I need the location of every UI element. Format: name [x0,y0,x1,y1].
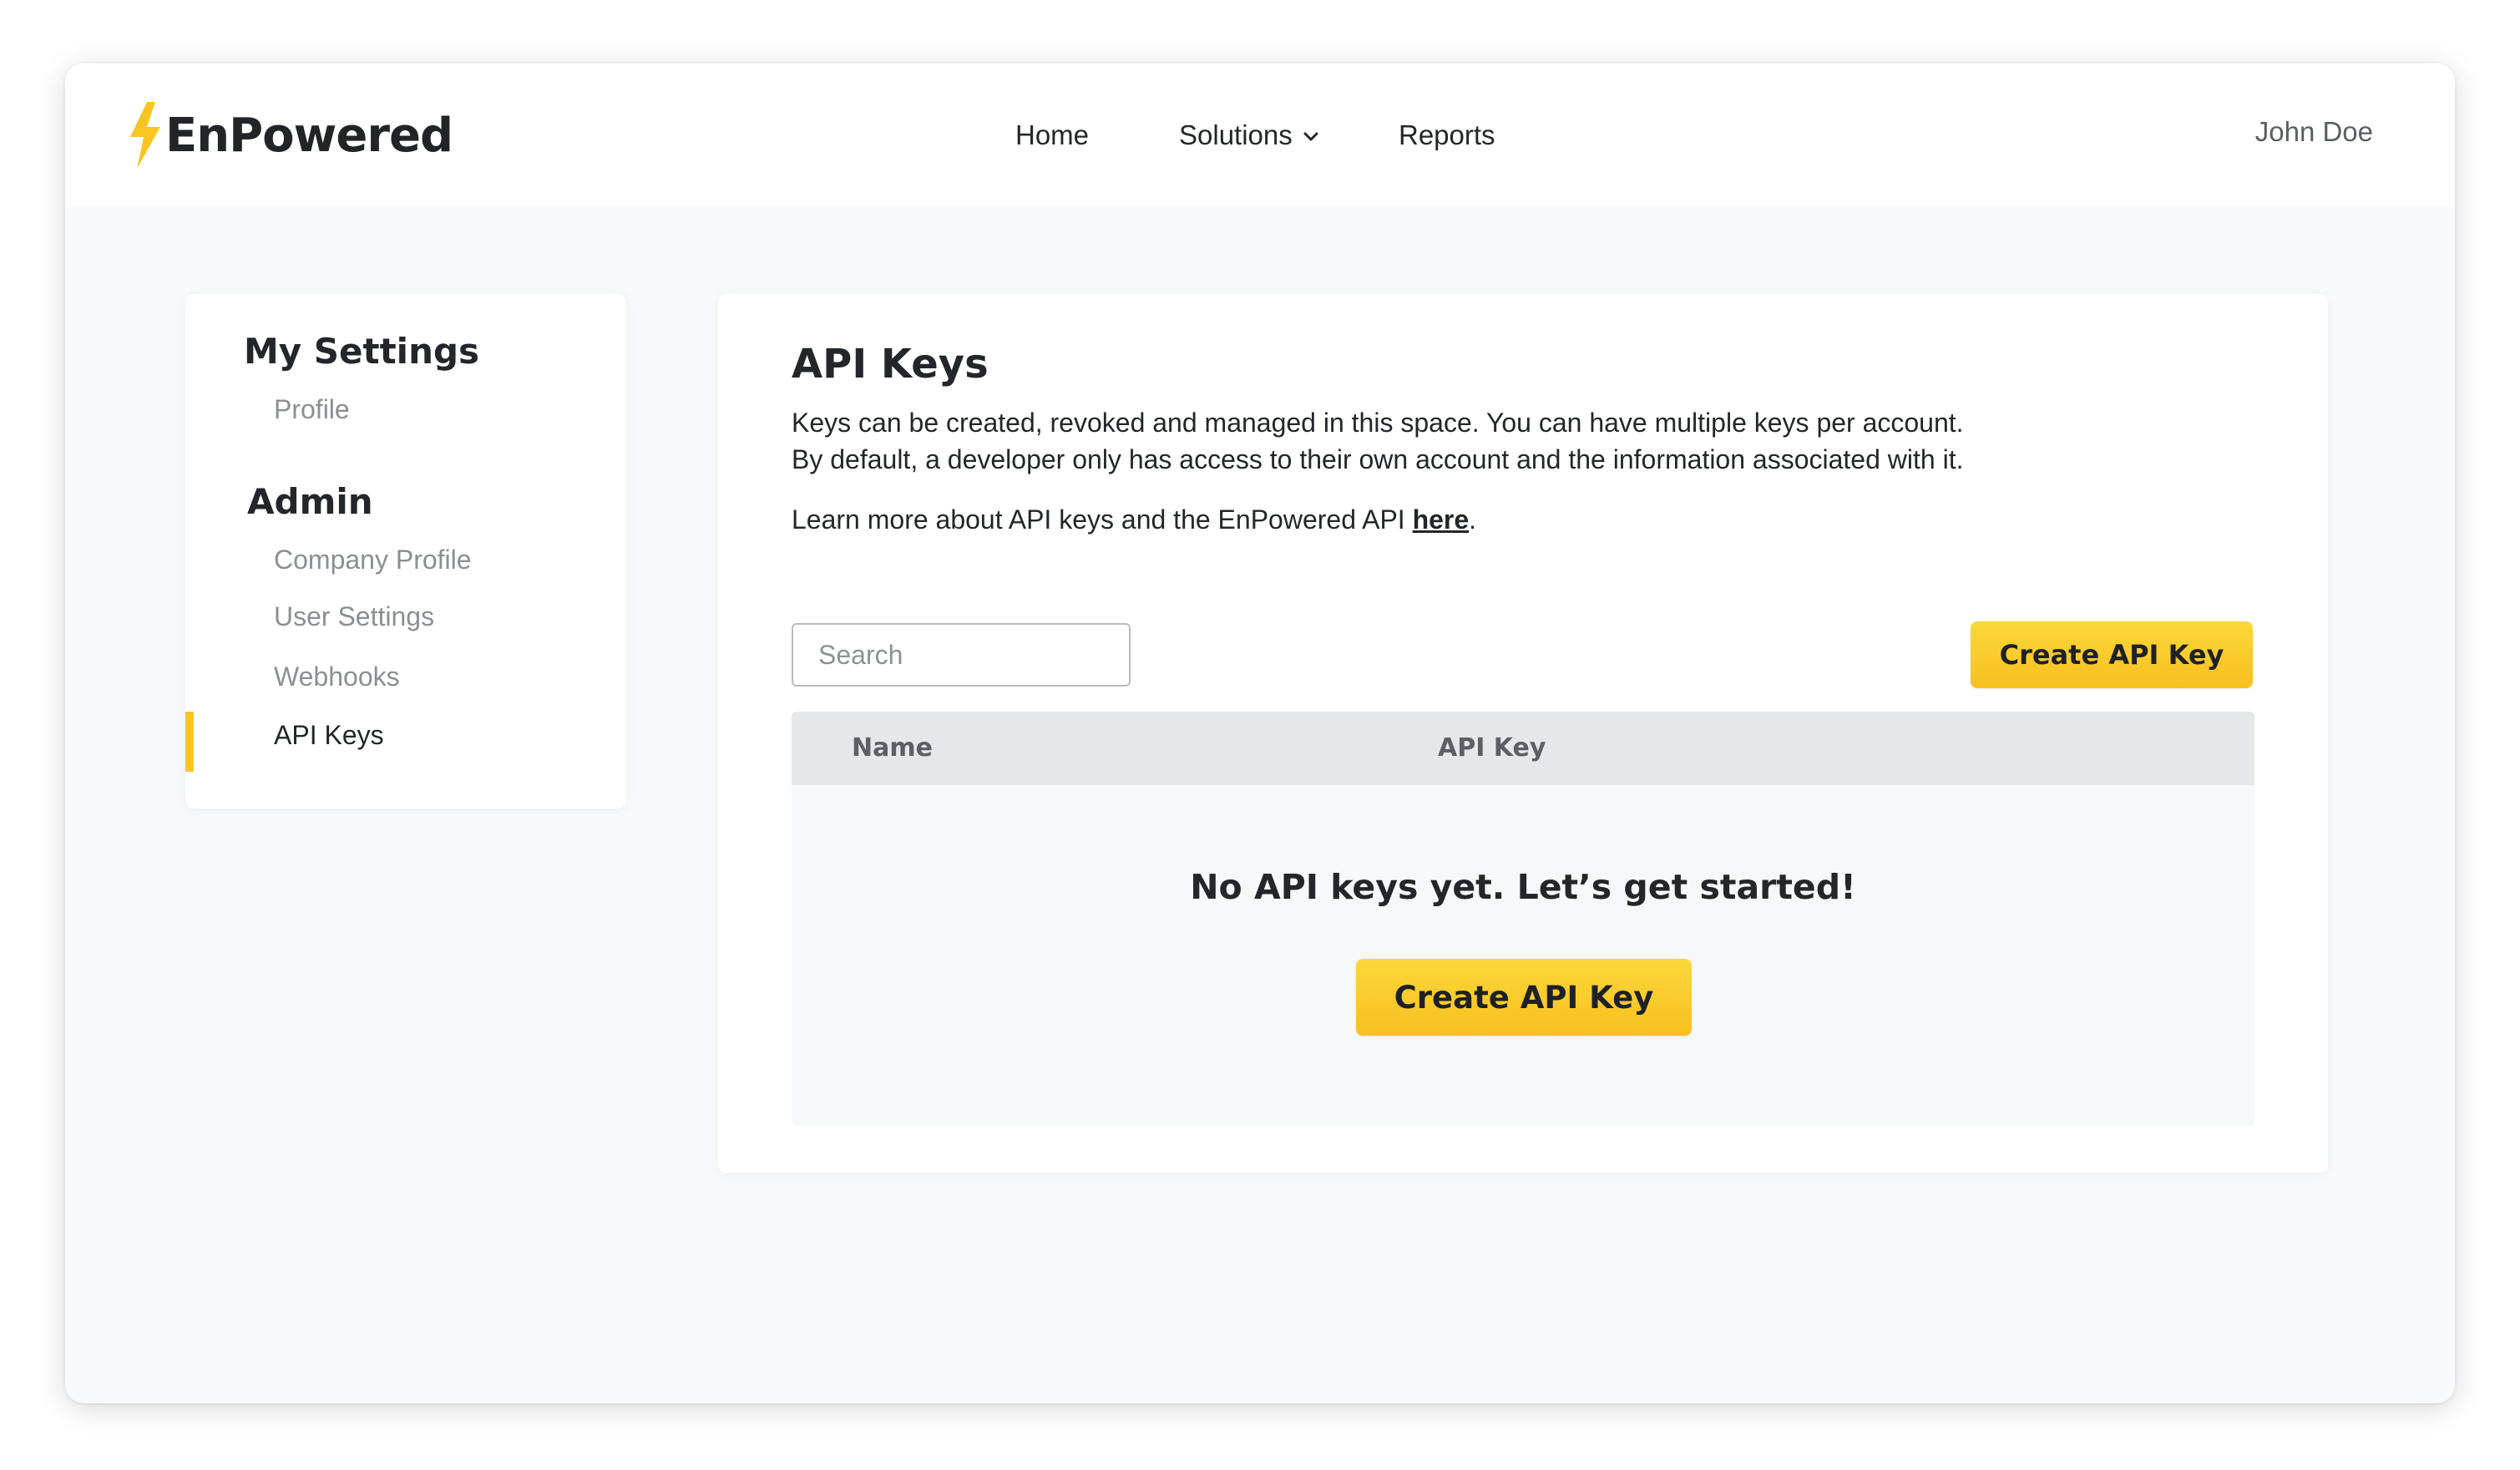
description-line-1: Keys can be created, revoked and managed… [792,408,1964,438]
learn-more-text: Learn more about API keys and the EnPowe… [792,504,1476,535]
nav-home-label: Home [1015,119,1090,150]
my-settings-heading: My Settings [244,331,480,372]
settings-sidebar: My Settings Profile Admin Company Profil… [185,294,626,808]
empty-state-message: No API keys yet. Let’s get started! [1190,867,1856,907]
empty-state-create-api-key-button[interactable]: Create API Key [1356,959,1692,1036]
nav-reports[interactable]: Reports [1399,115,1495,155]
column-header-name[interactable]: Name [852,712,933,785]
user-name: John Doe [2254,116,2373,147]
nav-reports-label: Reports [1399,119,1495,150]
column-header-api-key[interactable]: API Key [1438,712,1546,785]
create-api-key-button[interactable]: Create API Key [1971,621,2253,688]
table-header: Name API Key [792,712,2254,785]
nav-home[interactable]: Home [1015,115,1089,155]
lightning-bolt-icon [130,102,160,169]
sidebar-item-profile[interactable]: Profile [274,394,350,425]
active-item-indicator [185,712,194,772]
api-keys-table: Name API Key No API keys yet. Let’s get … [792,712,2254,1126]
learn-more-link[interactable]: here [1413,504,1470,535]
admin-heading: Admin [247,481,373,522]
search-input[interactable] [792,623,1131,687]
api-keys-panel: API Keys Keys can be created, revoked an… [718,294,2328,1173]
app-window: EnPowered Home Solutions Reports John Do… [65,63,2455,1403]
logo[interactable]: EnPowered [127,100,453,170]
learn-more-prefix: Learn more about API keys and the EnPowe… [792,504,1413,535]
sidebar-item-webhooks[interactable]: Webhooks [274,662,400,692]
sidebar-item-company-profile[interactable]: Company Profile [274,545,472,575]
learn-more-suffix: . [1469,504,1477,535]
page-title: API Keys [792,341,989,388]
description-line-2: By default, a developer only has access … [792,444,1964,474]
nav-solutions-dropdown[interactable]: Solutions [1179,115,1319,155]
chevron-down-icon [1303,132,1318,141]
user-menu[interactable]: John Doe [2255,112,2373,152]
sidebar-item-user-settings[interactable]: User Settings [274,601,434,632]
sidebar-item-api-keys[interactable]: API Keys [274,720,384,751]
nav-solutions-label: Solutions [1179,119,1293,150]
top-navigation-bar: EnPowered Home Solutions Reports John Do… [65,63,2455,207]
logo-text: EnPowered [165,108,453,163]
